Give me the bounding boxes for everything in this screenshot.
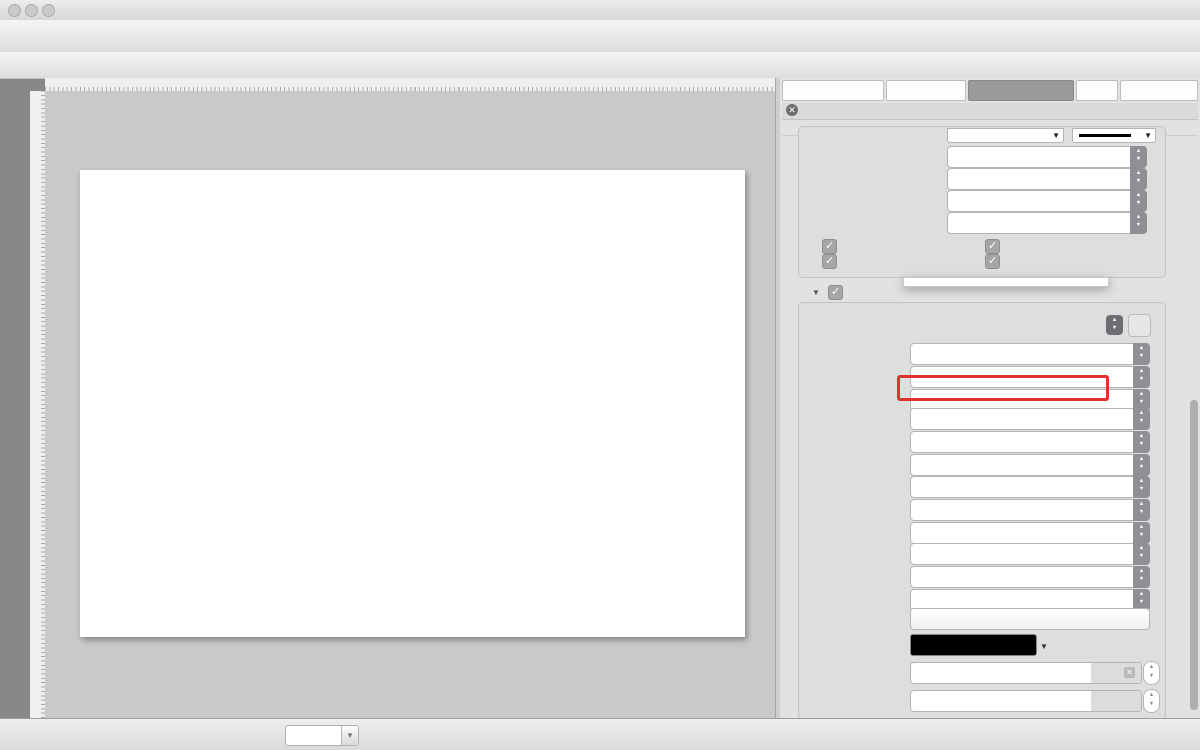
tab-atlas-generation[interactable]	[782, 80, 884, 101]
horizontal-ruler	[45, 78, 775, 92]
tab-items[interactable]	[1076, 80, 1118, 101]
top-position-dropdown[interactable]	[910, 499, 1150, 521]
custom-highlight-box	[897, 375, 1109, 401]
font-button[interactable]	[910, 608, 1150, 630]
top-display-dropdown[interactable]	[910, 476, 1150, 498]
stepper-icon	[1130, 212, 1147, 234]
line-swatch	[1079, 134, 1131, 137]
format-stepper-icon[interactable]	[1106, 315, 1123, 335]
precision-input[interactable]	[910, 690, 1142, 712]
statusbar: ▼	[0, 718, 1200, 750]
line-style-dropdown[interactable]: ▼	[1072, 128, 1156, 143]
close-window-icon[interactable]	[8, 4, 21, 17]
right-divisions-dropdown[interactable]	[947, 168, 1147, 190]
expression-button[interactable]	[1128, 314, 1151, 337]
format-menu	[903, 277, 1109, 287]
minimize-window-icon[interactable]	[25, 4, 38, 17]
stepper-icon	[1133, 543, 1150, 565]
panel-header: ✕	[782, 103, 1198, 120]
right-side-checkbox[interactable]	[985, 239, 1000, 254]
right-display-dropdown[interactable]	[910, 408, 1150, 430]
zoom-level-combo[interactable]: ▼	[285, 725, 359, 746]
close-panel-icon[interactable]: ✕	[786, 104, 798, 116]
left-divisions-dropdown[interactable]	[947, 146, 1147, 168]
left-side-checkbox[interactable]	[822, 239, 837, 254]
top-direction-dropdown[interactable]	[910, 522, 1150, 544]
dropdown-arrow-icon: ▼	[341, 726, 358, 745]
distance-stepper[interactable]	[1143, 661, 1160, 685]
stepper-icon	[1133, 499, 1150, 521]
vertical-ruler	[30, 91, 46, 718]
distance-input[interactable]: ✕	[910, 662, 1142, 684]
font-color-arrow-icon[interactable]: ▼	[1040, 642, 1048, 651]
stepper-icon	[1133, 476, 1150, 498]
maximize-window-icon[interactable]	[42, 4, 55, 17]
clear-icon[interactable]: ✕	[1124, 667, 1135, 678]
tab-command-history[interactable]	[1120, 80, 1198, 101]
bottom-side-checkbox[interactable]	[985, 254, 1000, 269]
item-properties-panel: ✕ ▼ ▼ ▼	[780, 78, 1200, 718]
tab-item-properties[interactable]	[968, 80, 1074, 101]
panel-tabs	[782, 80, 1198, 101]
stepper-icon	[1130, 190, 1147, 212]
stepper-icon	[1133, 454, 1150, 476]
stepper-icon	[1130, 146, 1147, 168]
stepper-icon	[1133, 408, 1150, 430]
panel-scrollbar[interactable]	[1190, 400, 1198, 710]
right-direction-dropdown[interactable]	[910, 454, 1150, 476]
titlebar	[0, 0, 1200, 21]
right-position-dropdown[interactable]	[910, 431, 1150, 453]
precision-stepper[interactable]	[1143, 689, 1160, 713]
draw-coordinates-checkbox[interactable]	[828, 285, 843, 300]
bottom-divisions-dropdown[interactable]	[947, 212, 1147, 234]
dropdown-arrow-icon: ▼	[1144, 131, 1152, 140]
composer-window: { "titlebar": {"title": "Composer 1", "b…	[0, 0, 1200, 749]
stepper-icon	[1133, 566, 1150, 588]
tab-composition[interactable]	[886, 80, 966, 101]
frame-style-dropdown[interactable]: ▼	[947, 128, 1064, 143]
stepper-icon	[1133, 431, 1150, 453]
composition-canvas[interactable]	[45, 91, 775, 718]
top-side-checkbox[interactable]	[822, 254, 837, 269]
left-display-dropdown[interactable]	[910, 343, 1150, 365]
collapse-arrow-icon[interactable]: ▼	[812, 288, 820, 297]
bottom-display-dropdown[interactable]	[910, 543, 1150, 565]
main-toolbar	[0, 20, 1200, 53]
stepper-icon	[1133, 366, 1150, 388]
dropdown-arrow-icon: ▼	[1052, 131, 1060, 140]
stepper-icon	[1133, 343, 1150, 365]
top-divisions-dropdown[interactable]	[947, 190, 1147, 212]
atlas-toolbar	[0, 52, 1200, 79]
stepper-icon	[1133, 522, 1150, 544]
stepper-icon	[1130, 168, 1147, 190]
bottom-position-dropdown[interactable]	[910, 566, 1150, 588]
font-color-swatch[interactable]	[910, 634, 1037, 656]
composition-page[interactable]	[80, 170, 745, 637]
